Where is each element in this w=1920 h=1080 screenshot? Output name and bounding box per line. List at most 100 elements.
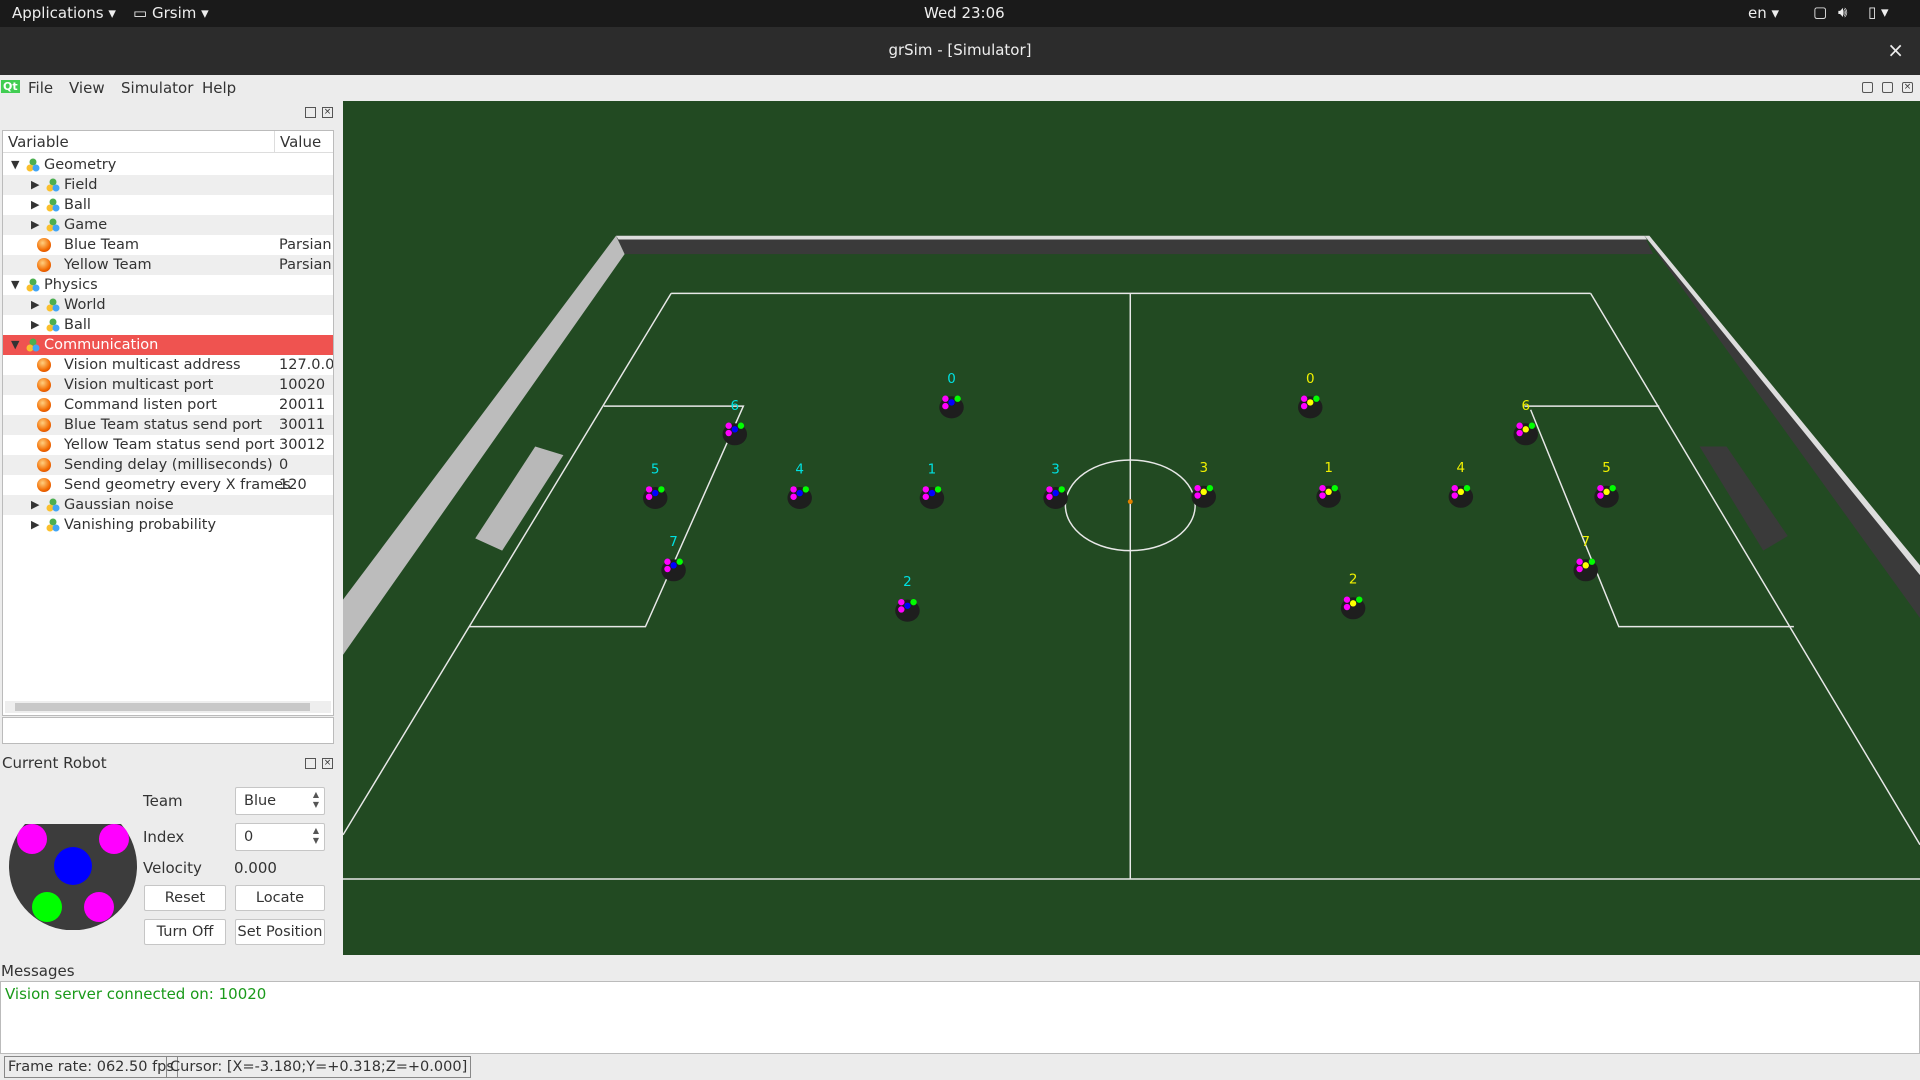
close-dock-icon[interactable]: × [322,107,333,118]
tree-row[interactable]: Command listen port 20011 [3,395,333,415]
robot-marker [645,486,653,493]
robot-marker [910,598,917,606]
tree-row[interactable]: ▶ Game [3,215,333,235]
menu-file[interactable]: File [28,79,53,97]
robot-marker [802,486,809,493]
tree-row[interactable]: Send geometry every X frames 120 [3,475,333,495]
tree-row[interactable]: Sending delay (milliseconds) 0 [3,455,333,475]
tree-row[interactable]: ▶ World [3,295,333,315]
collapsed-arrow-icon[interactable]: ▶ [31,495,39,515]
collapsed-arrow-icon[interactable]: ▶ [31,515,39,535]
robot-panel-title: Current Robot [2,754,107,772]
horizontal-scrollbar[interactable] [5,701,331,713]
collapsed-arrow-icon[interactable]: ▶ [31,195,39,215]
robot-marker [664,565,671,573]
tree-row-value[interactable]: 120 [279,475,333,495]
restore-subwindow-icon[interactable] [1882,82,1893,93]
collapsed-arrow-icon[interactable]: ▶ [31,295,39,315]
battery-icon[interactable]: ▯ ▾ [1868,3,1889,21]
velocity-value: 0.000 [234,859,277,877]
display-icon[interactable]: ▢ [1813,3,1827,21]
collapsed-arrow-icon[interactable]: ▶ [31,175,39,195]
robot-id-label: 3 [1051,461,1060,477]
collapsed-arrow-icon[interactable]: ▶ [31,215,39,235]
robot-marker [898,598,905,606]
messages-log: Vision server connected on: 10020 [0,981,1920,1054]
volume-icon[interactable]: 🔊︎ [1838,3,1847,21]
tree-row[interactable]: ▶ Vanishing probability [3,515,333,535]
tree-row[interactable]: Vision multicast port 10020 [3,375,333,395]
close-window-button[interactable]: × [1887,27,1904,73]
group-icon [46,198,60,212]
field-3d-view[interactable]: 0 6 5 4 1 3 7 2 0 6 3 1 4 5 7 2 [343,101,1920,955]
robot-marker [1343,596,1351,603]
tree-row[interactable]: ▶ Ball [3,315,333,335]
clock[interactable]: Wed 23:06 [924,4,1005,22]
tree-row-value[interactable]: 0 [279,455,333,475]
expanded-arrow-icon[interactable]: ▼ [11,275,19,295]
tree-row-value[interactable]: 20011 [279,395,333,415]
robot-marker [1576,565,1583,573]
tree-row[interactable]: Yellow Team Parsian [3,255,333,275]
robot-id-label: 7 [669,534,678,550]
menu-view[interactable]: View [69,79,105,97]
window-title: grSim - [Simulator] [888,41,1032,59]
property-icon [37,458,51,472]
tree-row-label: Yellow Team status send port [64,437,275,453]
group-icon [26,338,40,352]
turn-off-button[interactable]: Turn Off [144,919,226,945]
robot-marker [790,486,797,493]
tree-row-value[interactable]: 30011 [279,415,333,435]
tree-row[interactable]: ▼ Physics [3,275,333,295]
team-select[interactable]: Blue ▲ ▼ [235,787,325,815]
robot-id-label: 5 [1602,460,1611,476]
reset-button[interactable]: Reset [144,885,226,911]
tree-row-value[interactable]: 127.0.0.1 [279,355,333,375]
tree-row[interactable]: ▼ Communication [3,335,333,355]
index-spinbox[interactable]: 0 ▲ ▼ [235,823,325,851]
tree-row-label: Vanishing probability [64,517,217,533]
config-edit-field[interactable] [2,717,334,744]
tree-row-label: Yellow Team [64,257,152,273]
robot-marker [725,422,732,429]
tree-row[interactable]: Yellow Team status send port 30012 [3,435,333,455]
close-dock-icon[interactable]: × [322,758,333,769]
expanded-arrow-icon[interactable]: ▼ [11,155,19,175]
app-menu[interactable]: ▭ Grsim ▾ [133,4,209,22]
team-value: Blue [244,793,277,809]
tree-row[interactable]: Blue Team Parsian [3,235,333,255]
tree-row-value[interactable]: 10020 [279,375,333,395]
tree-row[interactable]: Vision multicast address 127.0.0.1 [3,355,333,375]
set-position-button[interactable]: Set Position [235,919,325,945]
robot-marker [676,558,683,565]
float-dock-icon[interactable] [305,107,316,118]
menu-help[interactable]: Help [202,79,236,97]
spin-arrows-icon[interactable]: ▲ ▼ [313,790,319,810]
expanded-arrow-icon[interactable]: ▼ [11,335,19,355]
ball[interactable] [1127,499,1133,505]
tree-row-value[interactable]: Parsian [279,235,333,255]
tree-row[interactable]: ▶ Field [3,175,333,195]
close-subwindow-icon[interactable]: × [1902,82,1913,93]
locate-button[interactable]: Locate [235,885,325,911]
robot-marker [1516,422,1523,429]
spin-arrows-icon[interactable]: ▲ ▼ [313,826,319,846]
language-menu[interactable]: en ▾ [1748,4,1779,22]
tree-row[interactable]: Blue Team status send port 30011 [3,415,333,435]
applications-menu[interactable]: Applications ▾ [12,4,116,22]
column-variable[interactable]: Variable [8,133,69,151]
tree-row[interactable]: ▶ Ball [3,195,333,215]
float-dock-icon[interactable] [305,758,316,769]
group-icon [26,158,40,172]
minimize-subwindow-icon[interactable] [1862,82,1873,93]
collapsed-arrow-icon[interactable]: ▶ [31,315,39,335]
menu-simulator[interactable]: Simulator [121,79,193,97]
column-value[interactable]: Value [280,133,321,151]
tree-row[interactable]: ▶ Gaussian noise [3,495,333,515]
tree-row-value[interactable]: 30012 [279,435,333,455]
tree-row-value[interactable]: Parsian [279,255,333,275]
tree-row[interactable]: ▼ Geometry [3,155,333,175]
tree-row-label: Blue Team [64,237,140,253]
scrollbar-thumb[interactable] [15,703,310,711]
robot-marker [1528,422,1536,429]
